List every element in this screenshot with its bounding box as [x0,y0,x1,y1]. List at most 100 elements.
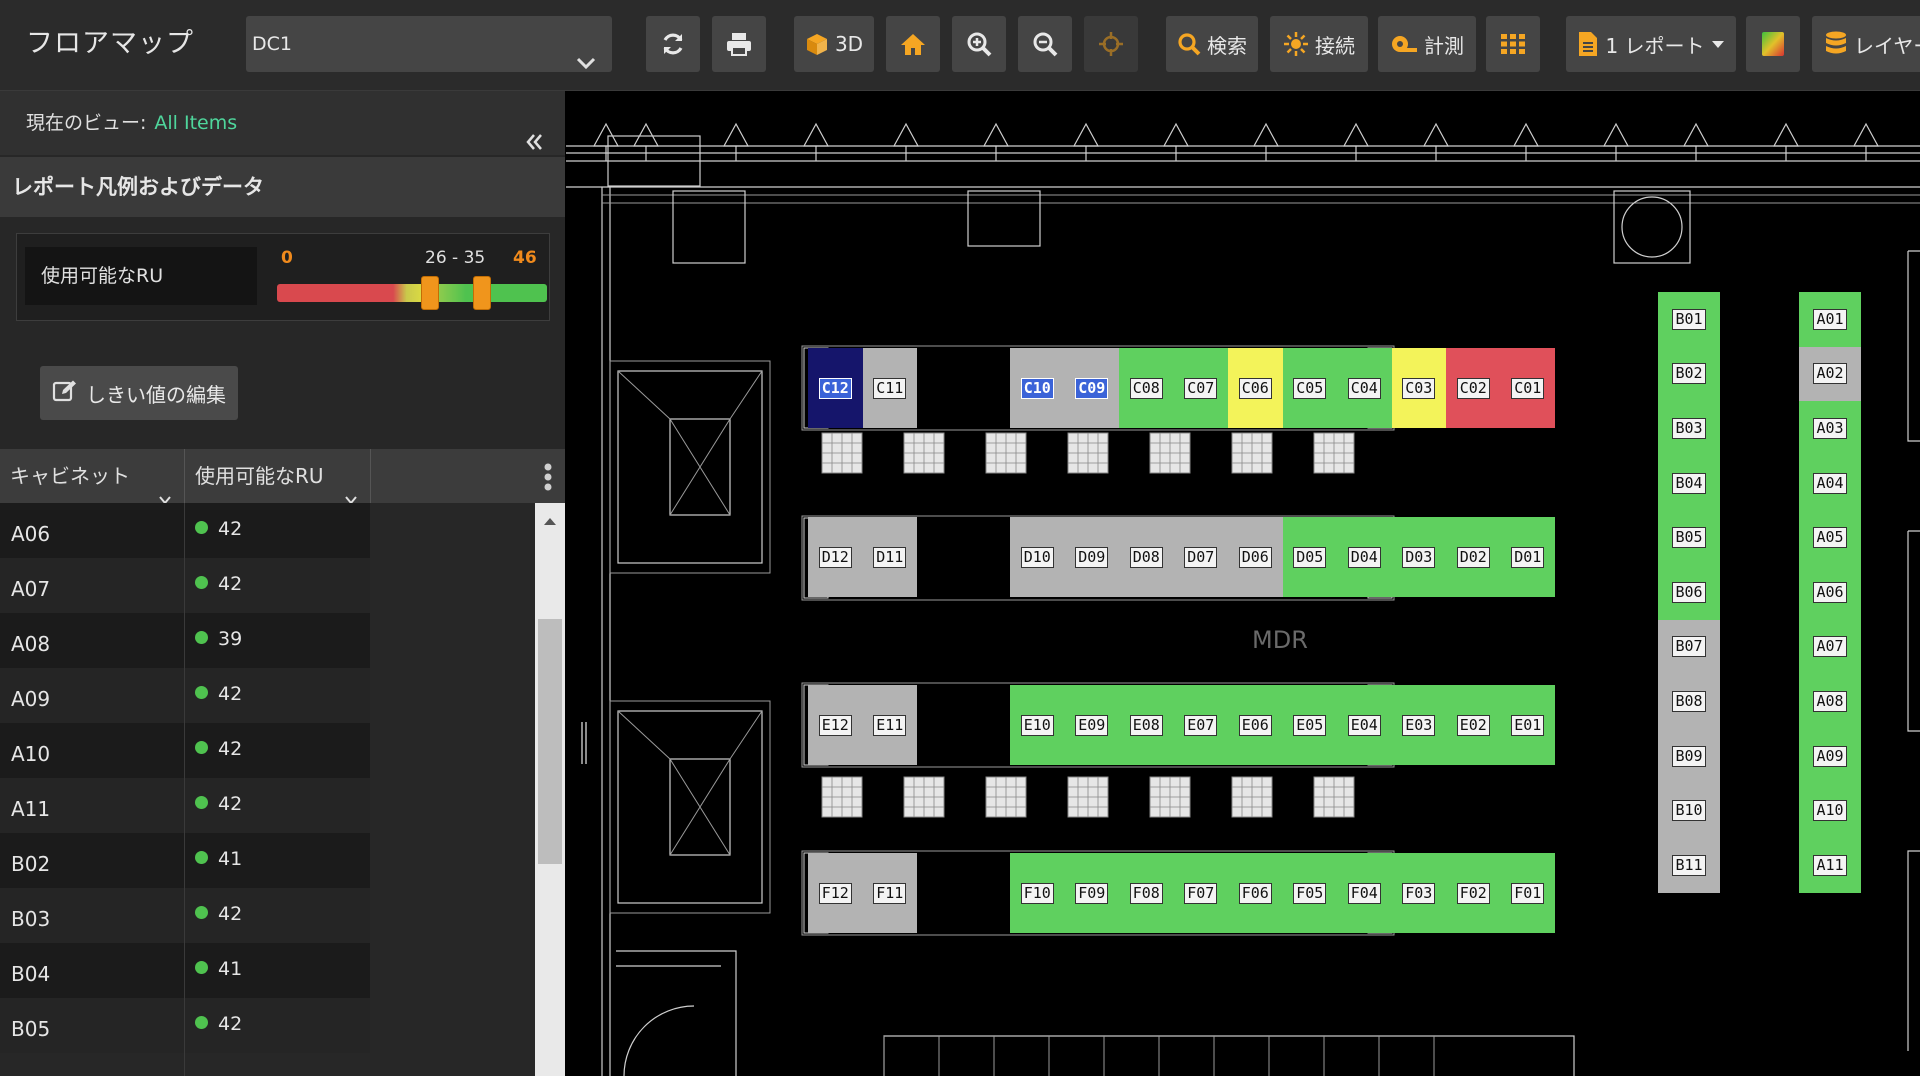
rack-a07[interactable]: A07 [1799,619,1861,675]
edit-threshold-button[interactable]: しきい値の編集 [40,366,238,420]
table-row[interactable]: A09 42 [0,668,535,723]
rack-a03[interactable]: A03 [1799,401,1861,456]
rack-d02[interactable]: D02 [1446,517,1501,597]
rack-b10[interactable]: B10 [1658,783,1720,838]
table-row[interactable]: A10 42 [0,723,535,778]
column-header-cabinet[interactable]: キャビネット [0,449,184,505]
table-row[interactable]: B03 42 [0,888,535,943]
rack-f10[interactable]: F10 [1010,853,1065,933]
measure-button[interactable]: 計測 [1378,16,1476,72]
rack-f02[interactable]: F02 [1446,853,1501,933]
rack-e05[interactable]: E05 [1282,685,1337,765]
column-separator[interactable] [370,449,371,503]
rack-e04[interactable]: E04 [1337,685,1392,765]
rack-f03[interactable]: F03 [1391,853,1446,933]
column-menu-icon[interactable] [543,463,553,495]
grid-view-button[interactable] [1486,16,1540,72]
datacenter-select[interactable]: DC1 [246,16,612,72]
scroll-up-icon[interactable] [543,511,557,530]
rack-e07[interactable]: E07 [1173,685,1228,765]
rack-a05[interactable]: A05 [1799,510,1861,565]
column-header-available-ru[interactable]: 使用可能なRU [185,449,370,505]
layers-button[interactable]: レイヤー [1812,16,1920,72]
report-dropdown[interactable]: 1 レポート [1566,16,1736,72]
legend-low-threshold-handle[interactable] [420,276,439,310]
rack-a11[interactable]: A11 [1799,838,1861,893]
rack-c07[interactable]: C07 [1173,348,1228,428]
rack-d01[interactable]: D01 [1500,517,1555,597]
table-row[interactable]: A11 42 [0,778,535,833]
rack-e11[interactable]: E11 [862,685,917,765]
table-scrollbar[interactable] [535,503,565,1076]
rack-c11[interactable]: C11 [862,348,917,428]
rack-e03[interactable]: E03 [1391,685,1446,765]
rack-d04[interactable]: D04 [1337,517,1392,597]
rack-f09[interactable]: F09 [1064,853,1119,933]
rack-b03[interactable]: B03 [1658,401,1720,456]
rack-a10[interactable]: A10 [1799,783,1861,838]
rack-b02[interactable]: B02 [1658,346,1720,402]
rack-e06[interactable]: E06 [1228,685,1283,765]
zoom-out-button[interactable] [1018,16,1072,72]
rack-f05[interactable]: F05 [1282,853,1337,933]
print-button[interactable] [712,16,766,72]
rack-b11[interactable]: B11 [1658,838,1720,893]
rack-d10[interactable]: D10 [1010,517,1065,597]
connect-button[interactable]: 接続 [1270,16,1368,72]
home-button[interactable] [886,16,940,72]
rack-c03[interactable]: C03 [1391,348,1446,428]
rack-a04[interactable]: A04 [1799,455,1861,511]
rack-b01[interactable]: B01 [1658,292,1720,347]
rack-d05[interactable]: D05 [1282,517,1337,597]
rack-f04[interactable]: F04 [1337,853,1392,933]
rack-c02[interactable]: C02 [1446,348,1501,428]
rack-f01[interactable]: F01 [1500,853,1555,933]
rack-c09[interactable]: C09 [1064,348,1119,428]
table-row[interactable]: A07 42 [0,558,535,613]
rack-c10[interactable]: C10 [1010,348,1065,428]
floor-map-canvas[interactable]: C12 C11 C10 C09 C08 C07 C06 C05 C04 C03 C02 C01 D12 D… [566,91,1920,1076]
rack-c05[interactable]: C05 [1282,348,1337,428]
table-row[interactable]: A08 39 [0,613,535,668]
rack-d09[interactable]: D09 [1064,517,1119,597]
rack-d12[interactable]: D12 [808,517,863,597]
rack-d06[interactable]: D06 [1228,517,1283,597]
rack-e12[interactable]: E12 [808,685,863,765]
refresh-button[interactable] [646,16,700,72]
zoom-in-button[interactable] [952,16,1006,72]
rack-d08[interactable]: D08 [1119,517,1174,597]
rack-b04[interactable]: B04 [1658,455,1720,511]
view-3d-button[interactable]: 3D [794,16,874,72]
splitter-handle-icon[interactable] [580,722,588,764]
rack-b09[interactable]: B09 [1658,728,1720,784]
rack-e08[interactable]: E08 [1119,685,1174,765]
rack-f11[interactable]: F11 [862,853,917,933]
rack-c12[interactable]: C12 [808,348,863,428]
table-row[interactable]: B02 41 [0,833,535,888]
scrollbar-thumb[interactable] [538,619,562,864]
rack-a06[interactable]: A06 [1799,565,1861,620]
rack-c08[interactable]: C08 [1119,348,1174,428]
rack-a02[interactable]: A02 [1799,346,1861,402]
rack-d03[interactable]: D03 [1391,517,1446,597]
table-row[interactable]: B05 42 [0,998,535,1053]
rack-f12[interactable]: F12 [808,853,863,933]
rack-e10[interactable]: E10 [1010,685,1065,765]
rack-c04[interactable]: C04 [1337,348,1392,428]
current-view-value[interactable]: All Items [154,112,237,134]
rack-e09[interactable]: E09 [1064,685,1119,765]
rack-a08[interactable]: A08 [1799,674,1861,729]
rack-b05[interactable]: B05 [1658,510,1720,565]
rack-f06[interactable]: F06 [1228,853,1283,933]
rack-b06[interactable]: B06 [1658,565,1720,620]
rack-d07[interactable]: D07 [1173,517,1228,597]
locate-button[interactable] [1084,16,1138,72]
rack-d11[interactable]: D11 [862,517,917,597]
rack-f08[interactable]: F08 [1119,853,1174,933]
rack-c06[interactable]: C06 [1228,348,1283,428]
table-row[interactable]: A06 42 [0,503,535,558]
rack-b08[interactable]: B08 [1658,674,1720,729]
rack-e02[interactable]: E02 [1446,685,1501,765]
rack-c01[interactable]: C01 [1500,348,1555,428]
rack-b07[interactable]: B07 [1658,619,1720,675]
